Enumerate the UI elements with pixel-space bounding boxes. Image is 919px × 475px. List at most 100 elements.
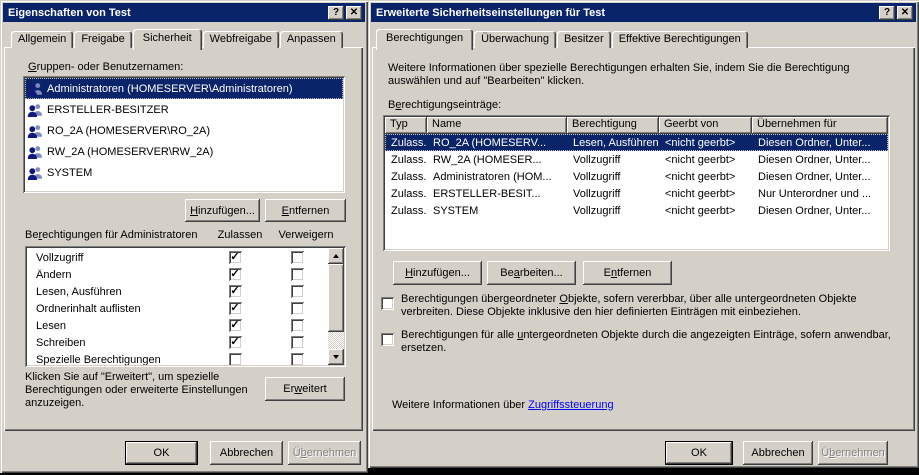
cancel-button[interactable]: Abbrechen bbox=[743, 441, 813, 465]
permission-entry-row[interactable]: Zulass... ERSTELLER-BESIT... Vollzugriff… bbox=[385, 185, 888, 202]
replace-checkbox-label[interactable]: Berechtigungen für alle untergeordneten … bbox=[401, 329, 900, 355]
properties-dialog: Eigenschaften von Test ? ✕ Allgemein Frei… bbox=[0, 0, 368, 473]
add-button[interactable]: Hinzufügen... bbox=[393, 261, 482, 285]
permission-row: Ändern ✓ bbox=[27, 266, 328, 283]
entry-name: RO_2A (HOMESERV... bbox=[433, 136, 547, 149]
entry-inherited-from: <nicht geerbt> bbox=[665, 136, 736, 149]
edit-button[interactable]: Be a rbeiten... bbox=[487, 261, 576, 285]
entry-name: SYSTEM bbox=[433, 204, 479, 217]
deny-checkbox[interactable] bbox=[290, 336, 304, 349]
entry-permission: Vollzugriff bbox=[573, 170, 621, 183]
deny-checkbox[interactable] bbox=[290, 268, 304, 281]
tab-allgemein[interactable]: Allgemein bbox=[11, 31, 74, 48]
entry-apply-to: Diesen Ordner, Unter... bbox=[758, 136, 871, 149]
permission-entry-row[interactable]: Zulass... RW_2A (HOMESER... Vollzugriff … bbox=[385, 151, 888, 168]
remove-button[interactable]: Entfernen bbox=[265, 199, 346, 222]
scroll-up-icon[interactable] bbox=[328, 248, 344, 264]
entry-inherited-from: <nicht geerbt> bbox=[665, 187, 736, 200]
deny-column-header: Verweigern bbox=[278, 229, 334, 241]
tab-sicherheit[interactable]: Sicherheit bbox=[132, 29, 202, 50]
titlebar[interactable]: Erweiterte Sicherheitseinstellungen für … bbox=[371, 3, 916, 22]
help-button[interactable]: ? bbox=[879, 5, 895, 20]
permission-entry-row[interactable]: Zulass... RO_2A (HOMESERV... Lesen, Ausf… bbox=[385, 134, 888, 151]
allow-checkbox[interactable]: ✓ bbox=[228, 302, 242, 315]
permission-name: Schreiben bbox=[36, 336, 86, 349]
inherit-checkbox[interactable] bbox=[381, 297, 394, 310]
permission-row: Schreiben ✓ bbox=[27, 334, 328, 351]
user-name: SYSTEM bbox=[47, 166, 93, 179]
cancel-button[interactable]: Abbrechen bbox=[210, 441, 283, 465]
help-button[interactable]: ? bbox=[328, 5, 344, 20]
ok-button[interactable]: OK bbox=[125, 441, 198, 465]
scroll-down-icon[interactable] bbox=[328, 349, 344, 365]
allow-checkbox[interactable]: ✓ bbox=[228, 319, 242, 332]
replace-checkbox[interactable] bbox=[381, 333, 394, 346]
add-button[interactable]: Hinzufügen... bbox=[185, 199, 260, 222]
tab-berechtigungen[interactable]: Berechtigungen bbox=[376, 29, 474, 50]
checkmark-icon: ✓ bbox=[230, 268, 240, 280]
deny-checkbox[interactable] bbox=[290, 251, 304, 264]
user-list-item[interactable]: SYSTEM bbox=[25, 162, 343, 183]
scrollbar-thumb[interactable] bbox=[328, 264, 344, 332]
allow-checkbox[interactable]: ✓ bbox=[228, 268, 242, 281]
user-name: RW_2A (HOMESERVER\RW_2A) bbox=[47, 145, 214, 158]
permission-row: Lesen, Ausführen ✓ bbox=[27, 283, 328, 300]
user-list-item[interactable]: RW_2A (HOMESERVER\RW_2A) bbox=[25, 141, 343, 162]
advanced-button[interactable]: Er w eitert bbox=[265, 377, 345, 401]
inherit-checkbox-label[interactable]: Berechtigungen übergeordneter Objekte, s… bbox=[401, 293, 900, 319]
deny-checkbox[interactable] bbox=[290, 353, 304, 365]
permission-row: Lesen ✓ bbox=[27, 317, 328, 334]
allow-checkbox[interactable]: ✓ bbox=[228, 285, 242, 298]
allow-checkbox[interactable]: ✓ bbox=[228, 336, 242, 349]
column-header-geerbt-von[interactable]: Geerbt von bbox=[659, 117, 752, 134]
entry-permission: Lesen, Ausführen bbox=[573, 136, 659, 149]
permissions-for-label: Berechtigungen für Administratoren bbox=[25, 229, 198, 241]
user-list-item[interactable]: Administratoren (HOMESERVER\Administrato… bbox=[25, 78, 343, 99]
allow-checkbox[interactable] bbox=[228, 353, 242, 365]
permission-name: Lesen, Ausführen bbox=[36, 285, 122, 298]
apply-button: Üb ernehmen bbox=[288, 441, 361, 465]
entry-inherited-from: <nicht geerbt> bbox=[665, 153, 736, 166]
tab-besitzer[interactable]: Besitzer bbox=[556, 31, 611, 48]
tab-überwachung[interactable]: Überwachung bbox=[474, 31, 556, 48]
scrollbar[interactable] bbox=[328, 248, 344, 365]
user-group-icon bbox=[27, 81, 43, 97]
entry-type: Zulass... bbox=[391, 153, 427, 166]
entry-apply-to: Diesen Ordner, Unter... bbox=[758, 170, 871, 183]
user-list-item[interactable]: ERSTELLER-BESITZER bbox=[25, 99, 343, 120]
column-header-typ[interactable]: Typ bbox=[385, 117, 427, 134]
user-list-item[interactable]: RO_2A (HOMESERVER\RO_2A) bbox=[25, 120, 343, 141]
close-button[interactable]: ✕ bbox=[346, 5, 362, 20]
column-header-berechtigung[interactable]: Berechtigung bbox=[567, 117, 659, 134]
user-name: Administratoren (HOMESERVER\Administrato… bbox=[47, 82, 293, 95]
permission-row: Ordnerinhalt auflisten ✓ bbox=[27, 300, 328, 317]
permission-entry-row[interactable]: Zulass... SYSTEM Vollzugriff <nicht geer… bbox=[385, 202, 888, 219]
titlebar[interactable]: Eigenschaften von Test ? ✕ bbox=[3, 3, 365, 22]
entry-name: RW_2A (HOMESER... bbox=[433, 153, 542, 166]
ok-button[interactable]: OK bbox=[665, 441, 733, 465]
checkmark-icon: ✓ bbox=[230, 251, 240, 263]
access-control-link[interactable]: Zugriffssteuerung bbox=[528, 399, 613, 411]
close-button[interactable]: ✕ bbox=[897, 5, 913, 20]
entry-type: Zulass... bbox=[391, 187, 427, 200]
tab-anpassen[interactable]: Anpassen bbox=[279, 31, 343, 48]
deny-checkbox[interactable] bbox=[290, 319, 304, 332]
user-group-icon bbox=[27, 123, 43, 139]
column-header-übernehmen-für[interactable]: Übernehmen für bbox=[752, 117, 888, 134]
remove-button[interactable]: Entfernen bbox=[583, 261, 672, 285]
user-group-icon bbox=[27, 102, 43, 118]
tab-freigabe[interactable]: Freigabe bbox=[74, 31, 132, 48]
apply-button: Üb ernehmen bbox=[818, 441, 888, 465]
column-header-name[interactable]: Name bbox=[427, 117, 567, 134]
tab-webfreigabe[interactable]: Webfreigabe bbox=[202, 31, 279, 48]
permission-row: Spezielle Berechtigungen bbox=[27, 351, 328, 365]
tab-effektive-berechtigungen[interactable]: Effektive Berechtigungen bbox=[611, 31, 748, 48]
deny-checkbox[interactable] bbox=[290, 302, 304, 315]
permission-entry-row[interactable]: Zulass... Administratoren (HOM... Vollzu… bbox=[385, 168, 888, 185]
group-user-list[interactable]: Administratoren (HOMESERVER\Administrato… bbox=[23, 76, 345, 193]
deny-checkbox[interactable] bbox=[290, 285, 304, 298]
advanced-security-dialog: Erweiterte Sicherheitseinstellungen für … bbox=[368, 0, 919, 468]
allow-checkbox[interactable]: ✓ bbox=[228, 251, 242, 264]
tab-strip: Allgemein Freigabe Sicherheit Webfreigabe An… bbox=[11, 28, 344, 50]
tab-strip: Berechtigungen Überwachung Besitzer Effekti… bbox=[376, 28, 749, 50]
